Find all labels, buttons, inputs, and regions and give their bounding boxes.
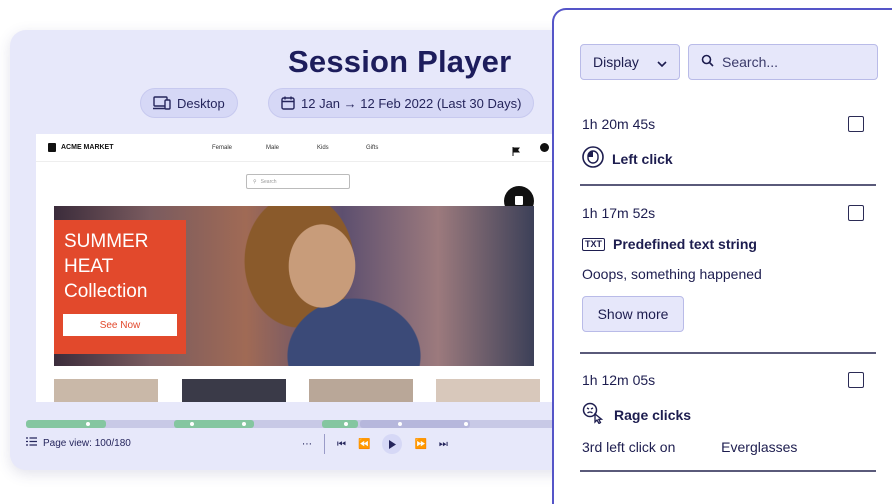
site-navbar: ACME MARKET Female Male Kids Gifts	[36, 134, 576, 162]
event-divider	[580, 470, 876, 472]
timeline-marker[interactable]	[398, 422, 402, 426]
timeline-marker[interactable]	[242, 422, 246, 426]
display-dropdown-label: Display	[593, 54, 639, 70]
event-type: TXT Predefined text string	[582, 236, 854, 252]
timeline-marker[interactable]	[86, 422, 90, 426]
list-icon	[26, 437, 37, 449]
event-item[interactable]: 1h 17m 52s TXT Predefined text string Oo…	[582, 205, 864, 332]
timeline-marker[interactable]	[464, 422, 468, 426]
site-search-placeholder: Search	[260, 178, 277, 185]
event-type: Left click	[582, 146, 854, 171]
device-filter-chip[interactable]: Desktop	[140, 88, 238, 118]
event-checkbox[interactable]	[848, 372, 864, 388]
page-title: Session Player	[288, 44, 512, 79]
product-thumbnail	[54, 379, 158, 402]
event-description: 3rd left click on Everglasses	[582, 439, 854, 455]
device-label: Desktop	[177, 95, 225, 111]
date-range-label: 12 Jan → 12 Feb 2022 (Last 30 Days)	[301, 95, 522, 111]
event-timestamp: 1h 12m 05s	[582, 372, 656, 388]
event-checkbox[interactable]	[848, 205, 864, 221]
shopping-bag-icon	[48, 143, 56, 152]
events-panel: Display Search... 1h 20m 45s Left click	[552, 8, 892, 504]
event-search-input[interactable]: Search...	[688, 44, 878, 80]
chevron-down-icon	[657, 54, 667, 70]
search-icon	[701, 54, 714, 70]
timeline-segment	[26, 420, 106, 428]
controls-divider	[324, 434, 325, 454]
event-timestamp: 1h 17m 52s	[582, 205, 656, 221]
hero-banner-image: SUMMER HEAT Collection See Now	[54, 206, 534, 366]
site-nav-kids: Kids	[317, 145, 329, 151]
event-type-label: Rage clicks	[614, 406, 692, 423]
timeline-track[interactable]	[26, 420, 586, 428]
fast-forward-icon[interactable]: ⏩	[414, 439, 426, 450]
left-click-icon	[582, 146, 604, 171]
site-nav-female: Female	[212, 145, 233, 151]
site-brand: ACME MARKET	[48, 143, 114, 152]
event-item[interactable]: 1h 20m 45s Left click	[582, 116, 864, 171]
event-checkbox[interactable]	[848, 116, 864, 132]
session-recording-view: ACME MARKET Female Male Kids Gifts ⚲ Sea…	[36, 134, 576, 402]
product-thumbnail	[182, 379, 286, 402]
calendar-icon	[281, 96, 295, 110]
desktop-icon	[153, 96, 171, 110]
playback-timeline: Page view: 100/180 ⋯ ⏮ ⏪ ⏩ ⏭	[10, 408, 610, 470]
event-description-text: 3rd left click on	[582, 439, 676, 455]
promo-box: SUMMER HEAT Collection See Now	[54, 220, 186, 354]
site-nav-male: Male	[266, 145, 280, 151]
session-player-card: Session Player Desktop 12 Jan → 12 Feb 2…	[10, 30, 610, 470]
site-brand-label: ACME MARKET	[61, 144, 114, 151]
event-item[interactable]: 1h 12m 05s Rage clicks 3rd left click on…	[582, 372, 864, 455]
event-divider	[580, 352, 876, 354]
event-divider	[580, 184, 876, 186]
display-dropdown[interactable]: Display	[580, 44, 680, 80]
rewind-icon[interactable]: ⏪	[358, 439, 370, 450]
user-icon	[540, 143, 549, 152]
rage-click-icon	[582, 402, 606, 427]
skip-end-icon[interactable]: ⏭	[439, 439, 448, 450]
event-type-label: Predefined text string	[613, 236, 757, 252]
event-description: Ooops, something happened	[582, 266, 762, 282]
promo-line-1: SUMMER	[64, 231, 149, 252]
timeline-marker[interactable]	[190, 422, 194, 426]
product-thumbnail	[309, 379, 413, 402]
page-view-label: Page view: 100/180	[43, 437, 131, 449]
playhead-marker[interactable]	[344, 422, 348, 426]
promo-line-3: Collection	[64, 281, 148, 302]
timeline-segment	[322, 420, 358, 428]
timeline-segment	[360, 420, 470, 428]
date-range-chip[interactable]: 12 Jan → 12 Feb 2022 (Last 30 Days)	[268, 88, 535, 118]
product-thumbnail	[436, 379, 540, 402]
show-more-button[interactable]: Show more	[582, 296, 684, 332]
event-target-label: Everglasses	[721, 439, 798, 455]
site-nav-gifts: Gifts	[366, 145, 379, 151]
event-timestamp: 1h 20m 45s	[582, 116, 656, 132]
flag-icon	[512, 143, 520, 156]
playback-controls: ⋯ ⏮ ⏪ ⏩ ⏭	[302, 434, 448, 454]
play-icon	[389, 439, 397, 449]
event-type-label: Left click	[612, 150, 673, 167]
site-search-field: ⚲ Search	[246, 174, 350, 189]
promo-line-2: HEAT	[64, 256, 114, 277]
more-options-icon[interactable]: ⋯	[302, 439, 312, 450]
stage: Session Player Desktop 12 Jan → 12 Feb 2…	[0, 0, 892, 504]
promo-cta: See Now	[63, 314, 177, 336]
skip-start-icon[interactable]: ⏮	[337, 439, 346, 450]
search-placeholder: Search...	[722, 54, 779, 70]
play-button[interactable]	[382, 434, 403, 454]
event-type: Rage clicks	[582, 402, 854, 427]
txt-icon: TXT	[582, 237, 605, 251]
search-icon: ⚲	[253, 178, 257, 185]
page-view-indicator: Page view: 100/180	[26, 437, 131, 449]
